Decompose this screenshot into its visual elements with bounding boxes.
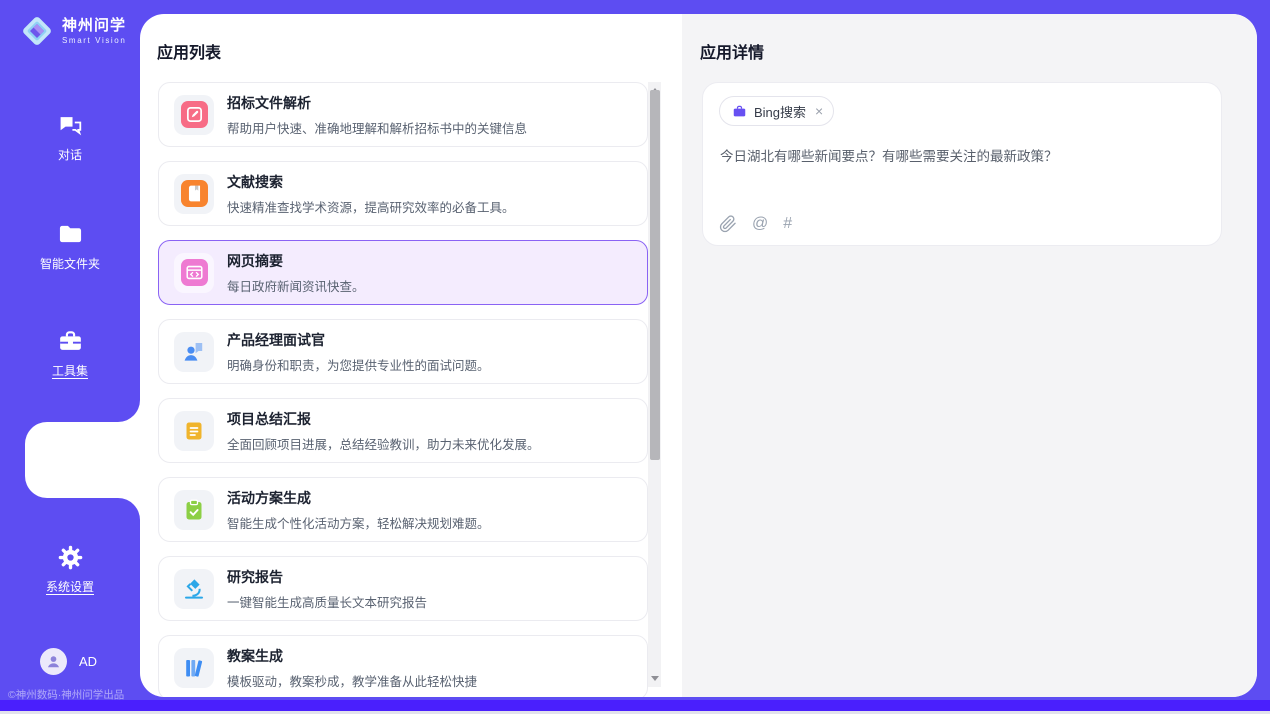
app-name: 文献搜索 xyxy=(227,172,515,192)
scrollbar-thumb[interactable] xyxy=(650,90,660,460)
app-list: 招标文件解析 帮助用户快速、准确地理解和解析招标书中的关键信息 文献搜索 快速精… xyxy=(158,82,648,697)
close-icon[interactable]: × xyxy=(815,103,823,119)
app-name: 研究报告 xyxy=(227,567,427,587)
app-description: 智能生成个性化活动方案，轻松解决规划难题。 xyxy=(227,513,490,532)
folder-icon xyxy=(57,221,84,248)
logo-subtitle: Smart Vision xyxy=(62,37,126,45)
user-avatar-icon xyxy=(45,653,62,670)
app-icon-tile xyxy=(174,569,214,609)
sidebar-item-app-market[interactable]: 应用市场 xyxy=(0,422,140,498)
briefcase-icon xyxy=(732,104,747,119)
diamond-logo-icon xyxy=(18,12,56,50)
app-name: 活动方案生成 xyxy=(227,488,490,508)
app-description: 全面回顾项目进展，总结经验教训，助力未来优化发展。 xyxy=(227,434,540,453)
clipboard-check-icon xyxy=(182,498,206,522)
app-name: 产品经理面试官 xyxy=(227,330,490,350)
browser-code-icon xyxy=(181,259,208,286)
app-list-item[interactable]: 网页摘要 每日政府新闻资讯快查。 xyxy=(158,240,648,305)
app-logo: 神州问学 Smart Vision xyxy=(18,12,126,50)
app-description: 模板驱动，教案秒成，教学准备从此轻松快捷 xyxy=(227,671,477,690)
app-list-item[interactable]: 活动方案生成 智能生成个性化活动方案，轻松解决规划难题。 xyxy=(158,477,648,542)
app-detail-title: 应用详情 xyxy=(700,39,764,63)
app-icon-tile xyxy=(174,332,214,372)
scrollbar[interactable] xyxy=(648,82,661,687)
app-icon-tile xyxy=(174,95,214,135)
main-panel: 应用列表 招标文件解析 帮助用户快速、准确地理解和解析招标书中的关键信息 文献搜… xyxy=(140,14,1257,697)
tab-fillet-bottom xyxy=(118,498,140,520)
chat-icon xyxy=(57,112,84,139)
user-menu[interactable]: AD xyxy=(40,648,97,675)
microscope-icon xyxy=(182,577,206,601)
interviewer-icon xyxy=(182,340,206,364)
at-icon[interactable]: @ xyxy=(752,215,768,233)
app-icon-tile xyxy=(174,253,214,293)
app-name: 网页摘要 xyxy=(227,251,365,271)
toolbox-icon xyxy=(57,328,84,355)
app-list-item[interactable]: 产品经理面试官 明确身份和职责，为您提供专业性的面试问题。 xyxy=(158,319,648,384)
app-name: 招标文件解析 xyxy=(227,93,527,113)
books-icon xyxy=(182,656,206,680)
sidebar-item-system-settings[interactable]: 系统设置 xyxy=(0,544,140,595)
sidebar-item-chat[interactable]: 对话 xyxy=(0,112,140,163)
app-icon-tile xyxy=(174,648,214,688)
app-detail-panel: 应用详情 Bing搜索 × 今日湖北有哪些新闻要点？有哪些需要关注的最新政策？ … xyxy=(682,14,1257,697)
app-description: 明确身份和职责，为您提供专业性的面试问题。 xyxy=(227,355,490,374)
sidebar-item-toolset[interactable]: 工具集 xyxy=(0,328,140,379)
gear-icon xyxy=(57,544,84,571)
logo-title: 神州问学 xyxy=(62,18,126,33)
app-description: 帮助用户快速、准确地理解和解析招标书中的关键信息 xyxy=(227,118,527,137)
cube-icon xyxy=(56,435,84,463)
app-description: 每日政府新闻资讯快查。 xyxy=(227,276,365,295)
app-list-item[interactable]: 教案生成 模板驱动，教案秒成，教学准备从此轻松快捷 xyxy=(158,635,648,697)
paperclip-icon[interactable] xyxy=(719,215,737,233)
composer-toolbar: @# xyxy=(719,215,792,233)
app-list-title: 应用列表 xyxy=(157,39,221,63)
avatar xyxy=(40,648,67,675)
hash-icon[interactable]: # xyxy=(783,215,792,233)
book-icon xyxy=(181,180,208,207)
tool-tag-bing[interactable]: Bing搜索 × xyxy=(719,96,834,126)
app-list-item[interactable]: 项目总结汇报 全面回顾项目进展，总结经验教训，助力未来优化发展。 xyxy=(158,398,648,463)
app-name: 教案生成 xyxy=(227,646,477,666)
app-list-item[interactable]: 招标文件解析 帮助用户快速、准确地理解和解析招标书中的关键信息 xyxy=(158,82,648,147)
scroll-down-icon[interactable] xyxy=(648,672,661,685)
note-icon xyxy=(182,419,206,443)
app-list-panel: 应用列表 招标文件解析 帮助用户快速、准确地理解和解析招标书中的关键信息 文献搜… xyxy=(140,14,682,697)
tab-fillet-top xyxy=(118,400,140,422)
app-description: 快速精准查找学术资源，提高研究效率的必备工具。 xyxy=(227,197,515,216)
app-list-item[interactable]: 文献搜索 快速精准查找学术资源，提高研究效率的必备工具。 xyxy=(158,161,648,226)
sidebar: 神州问学 Smart Vision 对话 智能文件夹 工具集 应用市场 系统设置… xyxy=(0,0,140,700)
pen-square-icon xyxy=(181,101,208,128)
app-description: 一键智能生成高质量长文本研究报告 xyxy=(227,592,427,611)
app-list-item[interactable]: 研究报告 一键智能生成高质量长文本研究报告 xyxy=(158,556,648,621)
app-name: 项目总结汇报 xyxy=(227,409,540,429)
tool-tag-label: Bing搜索 xyxy=(754,102,806,121)
user-name: AD xyxy=(79,654,97,669)
sidebar-item-smart-folder[interactable]: 智能文件夹 xyxy=(0,221,140,272)
prompt-input[interactable]: 今日湖北有哪些新闻要点？有哪些需要关注的最新政策？ xyxy=(720,147,1205,167)
bottom-accent-bar xyxy=(0,700,1270,711)
app-icon-tile xyxy=(174,174,214,214)
composer-card: Bing搜索 × 今日湖北有哪些新闻要点？有哪些需要关注的最新政策？ @# xyxy=(702,82,1222,246)
app-icon-tile xyxy=(174,411,214,451)
app-icon-tile xyxy=(174,490,214,530)
